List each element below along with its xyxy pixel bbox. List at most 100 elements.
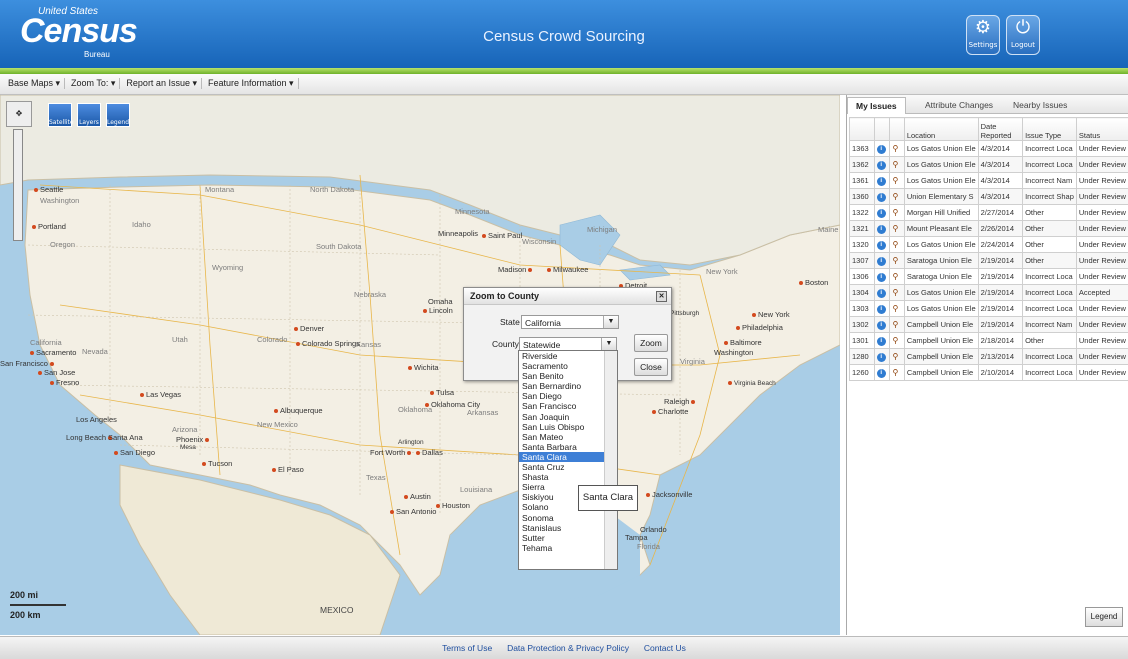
feature-info-menu[interactable]: Feature Information ▾ [204, 78, 299, 89]
terms-link[interactable]: Terms of Use [442, 643, 492, 653]
magnifier-icon[interactable]: ⚲ [892, 144, 898, 153]
tab-nearby-issues[interactable]: Nearby Issues [1005, 97, 1075, 113]
info-icon[interactable]: i [877, 369, 886, 378]
table-row[interactable]: 1304i⚲Los Gatos Union Ele2/19/2014Incorr… [850, 285, 1128, 301]
zoom-to-icon[interactable]: ⚲ [890, 253, 904, 269]
info-icon[interactable]: i [874, 317, 890, 333]
zoom-to-icon[interactable]: ⚲ [890, 157, 904, 173]
info-icon[interactable]: i [877, 241, 886, 250]
county-option[interactable]: Santa Barbara [519, 442, 617, 452]
info-icon[interactable]: i [874, 269, 890, 285]
table-row[interactable]: 1320i⚲Los Gatos Union Ele2/24/2014OtherU… [850, 237, 1128, 253]
county-option[interactable]: Sutter [519, 533, 617, 543]
info-icon[interactable]: i [877, 257, 886, 266]
county-option[interactable]: Stanislaus [519, 523, 617, 533]
tab-attribute-changes[interactable]: Attribute Changes [917, 97, 1001, 113]
county-option[interactable]: San Mateo [519, 432, 617, 442]
col-status[interactable]: Status [1076, 118, 1128, 141]
info-icon[interactable]: i [877, 321, 886, 330]
info-icon[interactable]: i [874, 157, 890, 173]
zoom-to-icon[interactable]: ⚲ [890, 173, 904, 189]
zoom-to-icon[interactable]: ⚲ [890, 205, 904, 221]
county-option[interactable]: San Joaquin [519, 412, 617, 422]
info-icon[interactable]: i [877, 337, 886, 346]
info-icon[interactable]: i [877, 193, 886, 202]
table-row[interactable]: 1301i⚲Campbell Union Ele2/18/2014OtherUn… [850, 333, 1128, 349]
state-select[interactable]: California ▼ [521, 315, 619, 329]
privacy-link[interactable]: Data Protection & Privacy Policy [507, 643, 629, 653]
satellite-tool[interactable]: Satellite [48, 103, 72, 127]
col-issue-type[interactable]: Issue Type [1023, 118, 1077, 141]
county-option[interactable]: San Diego [519, 391, 617, 401]
table-row[interactable]: 1307i⚲Saratoga Union Ele2/19/2014OtherUn… [850, 253, 1128, 269]
info-icon[interactable]: i [874, 221, 890, 237]
table-row[interactable]: 1306i⚲Saratoga Union Ele2/19/2014Incorre… [850, 269, 1128, 285]
legend-tool[interactable]: Legend [106, 103, 130, 127]
magnifier-icon[interactable]: ⚲ [892, 176, 898, 185]
table-row[interactable]: 1363i⚲Los Gatos Union Ele4/3/2014Incorre… [850, 141, 1128, 157]
info-icon[interactable]: i [874, 285, 890, 301]
info-icon[interactable]: i [874, 349, 890, 365]
layers-tool[interactable]: Layers [77, 103, 101, 127]
info-icon[interactable]: i [874, 365, 890, 381]
zoom-to-icon[interactable]: ⚲ [890, 189, 904, 205]
table-row[interactable]: 1362i⚲Los Gatos Union Ele4/3/2014Incorre… [850, 157, 1128, 173]
county-option[interactable]: San Bernardino [519, 381, 617, 391]
info-icon[interactable]: i [874, 189, 890, 205]
magnifier-icon[interactable]: ⚲ [892, 208, 898, 217]
county-option[interactable]: Santa Clara [519, 452, 617, 462]
county-option[interactable]: Shasta [519, 472, 617, 482]
zoom-to-icon[interactable]: ⚲ [890, 141, 904, 157]
magnifier-icon[interactable]: ⚲ [892, 272, 898, 281]
county-option[interactable]: San Francisco [519, 401, 617, 411]
close-button[interactable]: Close [634, 358, 668, 376]
info-icon[interactable]: i [874, 173, 890, 189]
county-option[interactable]: Santa Cruz [519, 462, 617, 472]
info-icon[interactable]: i [874, 253, 890, 269]
col-location[interactable]: Location [904, 118, 978, 141]
magnifier-icon[interactable]: ⚲ [892, 160, 898, 169]
county-option[interactable]: San Luis Obispo [519, 422, 617, 432]
county-option[interactable]: Sacramento [519, 361, 617, 371]
magnifier-icon[interactable]: ⚲ [892, 336, 898, 345]
magnifier-icon[interactable]: ⚲ [892, 320, 898, 329]
zoom-to-icon[interactable]: ⚲ [890, 237, 904, 253]
magnifier-icon[interactable]: ⚲ [892, 288, 898, 297]
info-icon[interactable]: i [874, 301, 890, 317]
county-option[interactable]: San Benito [519, 371, 617, 381]
table-row[interactable]: 1321i⚲Mount Pleasant Ele2/26/2014OtherUn… [850, 221, 1128, 237]
zoom-slider[interactable] [13, 129, 23, 241]
county-option[interactable]: Tehama [519, 543, 617, 553]
zoom-to-icon[interactable]: ⚲ [890, 285, 904, 301]
zoom-to-icon[interactable]: ⚲ [890, 349, 904, 365]
magnifier-icon[interactable]: ⚲ [892, 240, 898, 249]
table-row[interactable]: 1302i⚲Campbell Union Ele2/19/2014Incorre… [850, 317, 1128, 333]
info-icon[interactable]: i [877, 177, 886, 186]
info-icon[interactable]: i [877, 161, 886, 170]
map-canvas[interactable]: Montana North Dakota Minnesota Idaho Ore… [0, 95, 840, 635]
tab-my-issues[interactable]: My Issues [847, 97, 906, 114]
table-row[interactable]: 1322i⚲Morgan Hill Unified2/27/2014OtherU… [850, 205, 1128, 221]
base-maps-menu[interactable]: Base Maps ▾ [4, 78, 65, 89]
info-icon[interactable]: i [877, 225, 886, 234]
zoom-to-icon[interactable]: ⚲ [890, 365, 904, 381]
magnifier-icon[interactable]: ⚲ [892, 368, 898, 377]
zoom-to-icon[interactable]: ⚲ [890, 301, 904, 317]
zoom-to-menu[interactable]: Zoom To: ▾ [67, 78, 120, 89]
dropdown-scrollbar[interactable] [604, 351, 617, 569]
info-icon[interactable]: i [874, 333, 890, 349]
col-date-reported[interactable]: Date Reported [978, 118, 1022, 141]
info-icon[interactable]: i [874, 205, 890, 221]
table-row[interactable]: 1361i⚲Los Gatos Union Ele4/3/2014Incorre… [850, 173, 1128, 189]
logout-button[interactable]: ⏻ Logout [1006, 15, 1040, 55]
county-option[interactable]: Riverside [519, 351, 617, 361]
info-icon[interactable]: i [877, 273, 886, 282]
zoom-to-icon[interactable]: ⚲ [890, 269, 904, 285]
magnifier-icon[interactable]: ⚲ [892, 224, 898, 233]
table-row[interactable]: 1260i⚲Campbell Union Ele2/10/2014Incorre… [850, 365, 1128, 381]
info-icon[interactable]: i [877, 353, 886, 362]
zoom-to-icon[interactable]: ⚲ [890, 221, 904, 237]
county-dropdown-list[interactable]: RiversideSacramentoSan BenitoSan Bernard… [518, 350, 618, 570]
zoom-button[interactable]: Zoom [634, 334, 668, 352]
info-icon[interactable]: i [874, 141, 890, 157]
